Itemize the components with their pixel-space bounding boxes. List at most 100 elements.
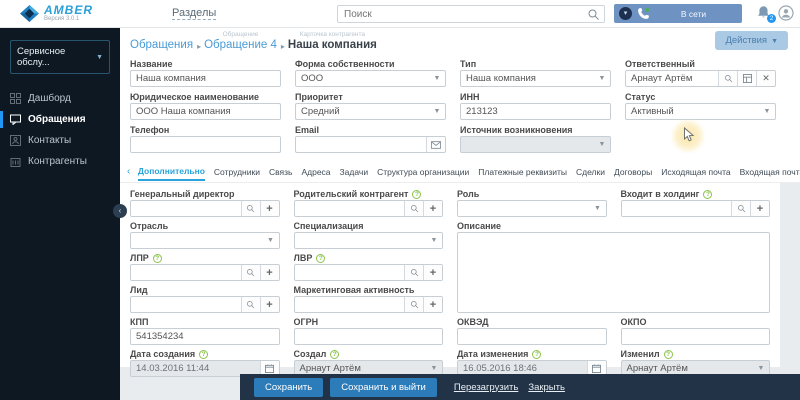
notifications-bell-icon[interactable]: 2: [756, 5, 776, 23]
ogrn-input[interactable]: [294, 329, 442, 344]
tab-payment-details[interactable]: Платежные реквизиты: [478, 163, 567, 180]
tabs-scroll-left-icon[interactable]: ‹: [124, 166, 133, 177]
tab-communication[interactable]: Связь: [269, 163, 293, 180]
inn-input[interactable]: [461, 104, 610, 119]
responsible-input[interactable]: [626, 71, 718, 86]
priority-select[interactable]: Средний ▼: [295, 103, 446, 120]
sidebar-item-accounts[interactable]: Контрагенты: [0, 151, 120, 172]
ownership-select[interactable]: ООО ▼: [295, 70, 446, 87]
sidebar-item-label: Дашборд: [28, 93, 71, 104]
tab-incoming-mail[interactable]: Входящая почта: [740, 163, 800, 180]
lvr-input[interactable]: [294, 265, 404, 280]
app-version: Версия 3.0.1: [44, 16, 80, 22]
presence-dropdown-icon[interactable]: ▾: [619, 7, 632, 20]
reload-link[interactable]: Перезагрузить: [454, 382, 518, 393]
search-icon[interactable]: [240, 265, 260, 280]
phone-icon[interactable]: [637, 7, 650, 20]
search-icon[interactable]: [404, 265, 423, 280]
tab-addresses[interactable]: Адреса: [301, 163, 330, 180]
add-icon[interactable]: +: [423, 265, 442, 280]
search-input[interactable]: [338, 8, 587, 20]
email-input[interactable]: [296, 137, 426, 152]
general-director-input[interactable]: [131, 201, 241, 216]
marketing-activity-input[interactable]: [294, 297, 404, 312]
add-icon[interactable]: +: [423, 201, 442, 216]
field-specialization: Специализация ▼: [293, 220, 443, 249]
status-select[interactable]: Активный ▼: [625, 103, 776, 120]
sidebar-item-dashboard[interactable]: Дашборд: [0, 88, 120, 109]
name-input[interactable]: [131, 71, 280, 86]
source-select[interactable]: ▼: [460, 136, 611, 153]
add-icon[interactable]: +: [750, 201, 769, 216]
field-modified-by: Изменил? Арнаут Артём ▼: [620, 348, 770, 377]
field-phone: Телефон: [130, 124, 281, 153]
lpr-input[interactable]: [131, 265, 241, 280]
help-icon[interactable]: ?: [663, 349, 673, 359]
tab-employees[interactable]: Сотрудники: [214, 163, 260, 180]
app-logo[interactable]: AMBER Версия 3.0.1: [20, 4, 120, 22]
add-icon[interactable]: +: [259, 265, 279, 280]
sidebar-item-contacts[interactable]: Контакты: [0, 130, 120, 151]
tab-org-structure[interactable]: Структура организации: [377, 163, 469, 180]
workspace-selector[interactable]: Сервисное обслу... ▼: [10, 40, 110, 74]
user-avatar[interactable]: [778, 5, 794, 21]
help-icon[interactable]: ?: [532, 349, 542, 359]
holding-input[interactable]: [621, 201, 731, 216]
breadcrumb-separator: ▸: [280, 42, 285, 51]
search-icon[interactable]: [404, 201, 423, 216]
search-icon[interactable]: [587, 8, 600, 21]
search-icon[interactable]: [404, 297, 423, 312]
sidebar-collapse-toggle[interactable]: ‹: [113, 204, 127, 218]
phone-input[interactable]: [131, 137, 280, 152]
add-icon[interactable]: +: [259, 297, 279, 312]
add-icon[interactable]: +: [259, 201, 279, 216]
breadcrumb-caption: Обращение: [222, 31, 259, 38]
search-icon[interactable]: [240, 297, 260, 312]
help-icon[interactable]: ?: [152, 253, 162, 263]
help-icon[interactable]: ?: [199, 349, 209, 359]
tab-additional[interactable]: Дополнительно: [137, 162, 205, 181]
telephony-presence-bar[interactable]: ▾ В сети: [614, 4, 742, 23]
field-email: Email: [295, 124, 446, 153]
clear-icon[interactable]: ✕: [756, 71, 775, 86]
kpp-input[interactable]: [131, 329, 279, 344]
actions-button[interactable]: Действия ▼: [715, 31, 788, 50]
sidebar-item-cases[interactable]: Обращения: [0, 109, 120, 130]
tab-deals[interactable]: Сделки: [576, 163, 605, 180]
lead-input[interactable]: [131, 297, 241, 312]
add-icon[interactable]: +: [423, 297, 442, 312]
help-icon[interactable]: ?: [703, 189, 713, 199]
tab-tasks[interactable]: Задачи: [340, 163, 369, 180]
help-icon[interactable]: ?: [412, 189, 422, 199]
help-icon[interactable]: ?: [330, 349, 340, 359]
parent-account-input[interactable]: [294, 201, 404, 216]
description-textarea[interactable]: [457, 232, 770, 313]
field-lvr: ЛВР? +: [293, 252, 443, 281]
type-select[interactable]: Наша компания ▼: [460, 70, 611, 87]
sidebar: Сервисное обслу... ▼ Дашборд Обращения К…: [0, 28, 127, 400]
save-button[interactable]: Сохранить: [254, 377, 324, 397]
search-icon[interactable]: [718, 71, 737, 86]
tab-content-additional: Генеральный директор + Родительский конт…: [120, 183, 780, 377]
save-and-exit-button[interactable]: Сохранить и выйти: [330, 377, 437, 397]
okpo-input[interactable]: [621, 329, 769, 344]
role-select[interactable]: ▼: [457, 200, 607, 217]
tab-outgoing-mail[interactable]: Исходящая почта: [661, 163, 730, 180]
industry-select[interactable]: ▼: [130, 232, 280, 249]
help-icon[interactable]: ?: [316, 253, 326, 263]
close-link[interactable]: Закрыть: [528, 382, 565, 393]
global-search: [337, 5, 605, 23]
okved-input[interactable]: [458, 329, 606, 344]
field-okved: ОКВЭД: [457, 316, 607, 345]
open-card-icon[interactable]: [737, 71, 756, 86]
legal-name-input[interactable]: [131, 104, 280, 119]
send-email-icon[interactable]: [426, 137, 445, 152]
breadcrumb-link-cases[interactable]: Обращения: [130, 39, 193, 52]
search-icon[interactable]: [731, 201, 750, 216]
specialization-select[interactable]: ▼: [293, 232, 443, 249]
tab-contracts[interactable]: Договоры: [614, 163, 652, 180]
workspace-label: Сервисное обслу...: [17, 46, 66, 68]
breadcrumb-link-case4[interactable]: Обращение 4: [204, 39, 277, 52]
search-icon[interactable]: [240, 201, 260, 216]
sections-menu-link[interactable]: Разделы: [172, 7, 217, 20]
